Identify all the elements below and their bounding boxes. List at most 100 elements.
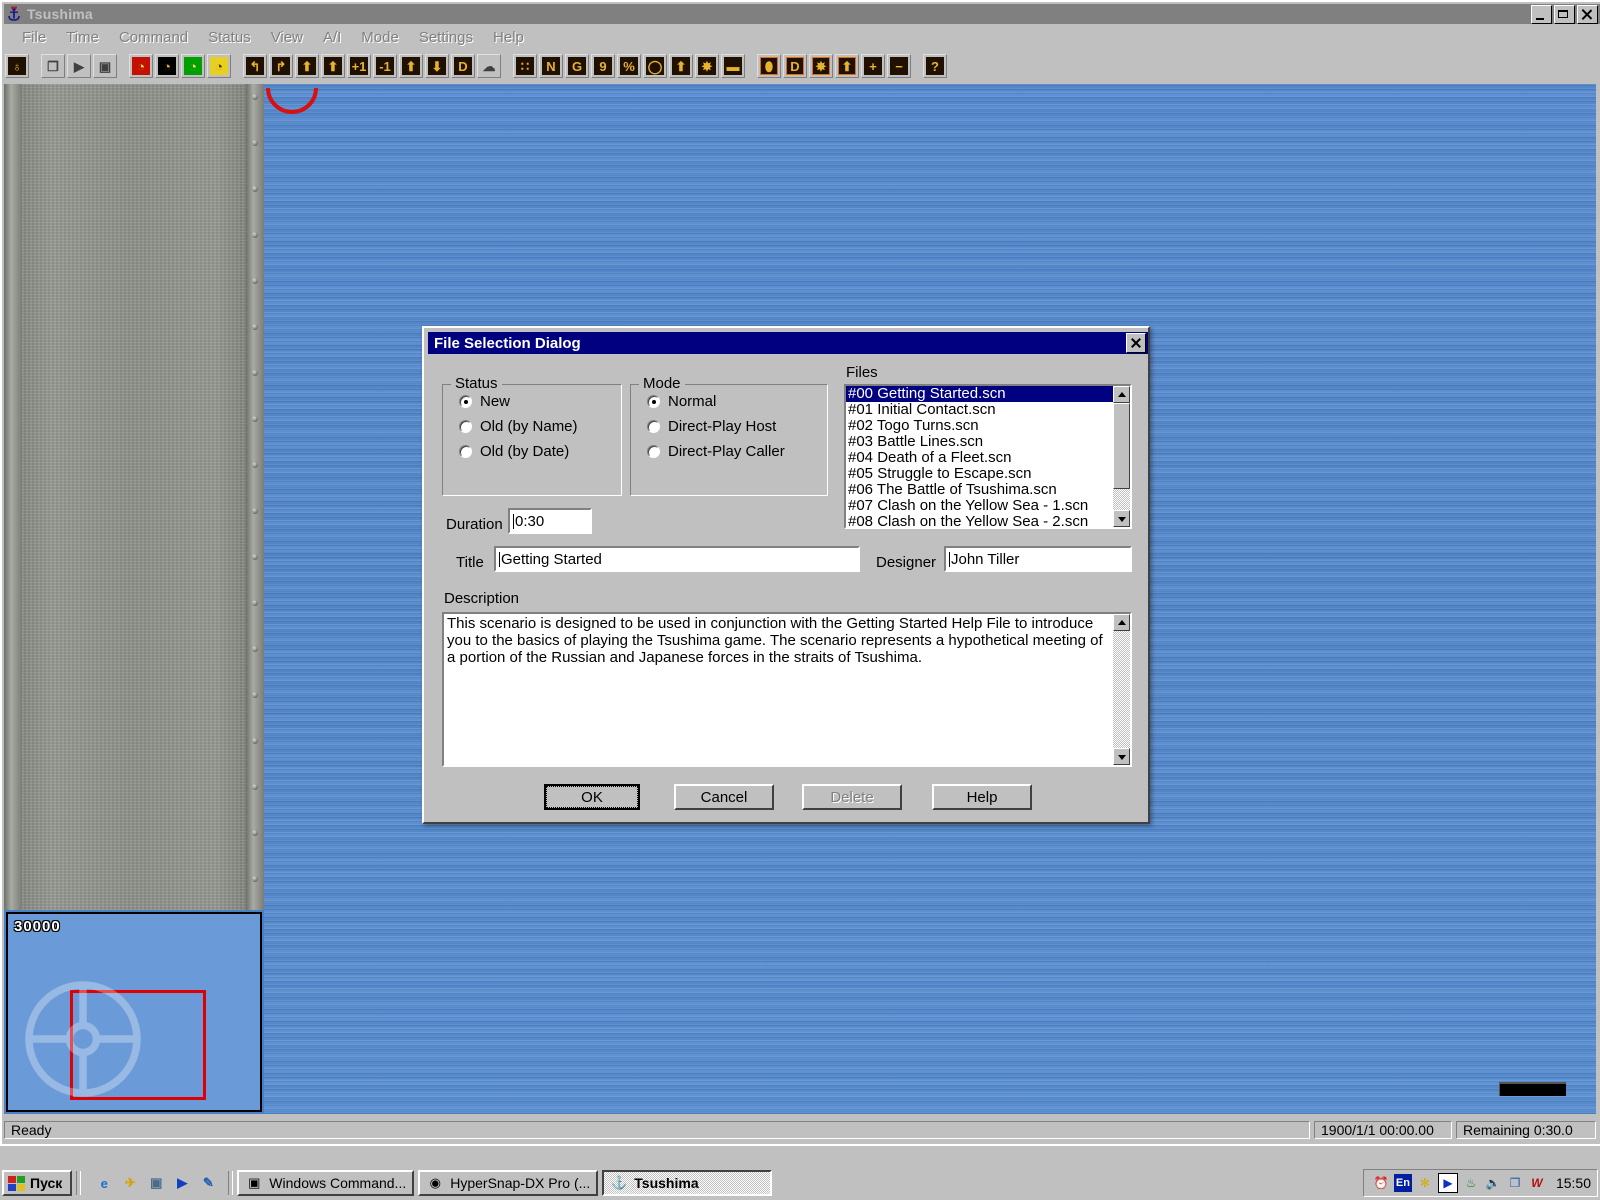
- scroll-down-button[interactable]: [1113, 748, 1130, 765]
- zoom-out-button[interactable]: −: [887, 54, 911, 78]
- menu-settings[interactable]: Settings: [409, 27, 483, 48]
- file-list-item[interactable]: #05 Struggle to Escape.scn: [846, 466, 1113, 482]
- scrollbar-thumb[interactable]: [1113, 403, 1130, 489]
- formation-right-button[interactable]: ⬆: [321, 54, 345, 78]
- show-desktop-icon[interactable]: ▣: [146, 1173, 166, 1193]
- radio-mode-direct-play-caller[interactable]: Direct-Play Caller: [647, 443, 827, 460]
- file-list-item[interactable]: #03 Battle Lines.scn: [846, 434, 1113, 450]
- files-scrollbar[interactable]: [1113, 386, 1130, 527]
- close-button[interactable]: [1577, 4, 1598, 24]
- torpedo-button[interactable]: ▬: [721, 54, 745, 78]
- scroll-down-button[interactable]: [1113, 510, 1130, 527]
- help-button[interactable]: Help: [932, 784, 1032, 810]
- clock[interactable]: 15:50: [1556, 1175, 1591, 1191]
- ship-view-button[interactable]: ⬮: [757, 54, 781, 78]
- names-button[interactable]: N: [539, 54, 563, 78]
- dots-button[interactable]: ∷: [513, 54, 537, 78]
- taskbar-button[interactable]: ⚓ Tsushima: [602, 1170, 773, 1196]
- close-icon[interactable]: [1126, 333, 1146, 353]
- hit-view-button[interactable]: ✸: [809, 54, 833, 78]
- file-list-item[interactable]: #04 Death of a Fleet.scn: [846, 450, 1113, 466]
- arrow-up-button[interactable]: ⬆: [669, 54, 693, 78]
- radio-status-old-by-date[interactable]: Old (by Date): [459, 443, 621, 460]
- damage-button[interactable]: D: [451, 54, 475, 78]
- title-input[interactable]: Getting Started: [494, 546, 860, 572]
- menu-time[interactable]: Time: [56, 27, 109, 48]
- radio-status-new[interactable]: New: [459, 393, 621, 410]
- radio-status-old-by-name[interactable]: Old (by Name): [459, 418, 621, 435]
- internet-explorer-icon[interactable]: e: [94, 1173, 114, 1193]
- file-list-item[interactable]: #00 Getting Started.scn: [846, 386, 1113, 402]
- target-scope-button[interactable]: ♁: [5, 54, 29, 78]
- speed-down-button[interactable]: -1: [373, 54, 397, 78]
- save-file-button[interactable]: ▣: [93, 54, 117, 78]
- taskbar-button[interactable]: ▣ Windows Command...: [237, 1170, 415, 1196]
- turn-right-button[interactable]: ↱: [269, 54, 293, 78]
- clock-green-button[interactable]: ◔: [181, 54, 205, 78]
- dialog-titlebar[interactable]: File Selection Dialog: [428, 332, 1148, 354]
- outlook-express-icon[interactable]: ✈: [120, 1173, 140, 1193]
- duration-input[interactable]: 0:30: [508, 508, 592, 534]
- menu-file[interactable]: File: [12, 27, 56, 48]
- display-properties-icon[interactable]: ❐: [1506, 1174, 1524, 1192]
- files-listbox[interactable]: #00 Getting Started.scn #01 Initial Conta…: [844, 384, 1132, 529]
- speed-up-button[interactable]: +1: [347, 54, 371, 78]
- radio-mode-direct-play-host[interactable]: Direct-Play Host: [647, 418, 827, 435]
- cancel-button[interactable]: Cancel: [674, 784, 774, 810]
- nine-button[interactable]: 9: [591, 54, 615, 78]
- menu-view[interactable]: View: [261, 27, 313, 48]
- word-icon[interactable]: W: [1528, 1174, 1546, 1192]
- radio-icon[interactable]: [459, 395, 472, 408]
- notepad-edit-icon[interactable]: ✎: [198, 1173, 218, 1193]
- ok-button[interactable]: OK: [544, 784, 640, 810]
- percent-button[interactable]: %: [617, 54, 641, 78]
- radio-icon[interactable]: [647, 395, 660, 408]
- explosion-button[interactable]: ✸: [695, 54, 719, 78]
- clock-red-button[interactable]: ◔: [129, 54, 153, 78]
- radio-icon[interactable]: [459, 420, 472, 433]
- language-indicator-icon[interactable]: En: [1393, 1174, 1412, 1192]
- files-list-items[interactable]: #00 Getting Started.scn #01 Initial Conta…: [846, 386, 1113, 527]
- smoke-button[interactable]: ☁: [477, 54, 501, 78]
- new-file-button[interactable]: ❐: [41, 54, 65, 78]
- circle-button[interactable]: ◯: [643, 54, 667, 78]
- scroll-up-button[interactable]: [1113, 614, 1130, 631]
- radio-icon[interactable]: [647, 445, 660, 458]
- volume-icon[interactable]: 🔈: [1484, 1174, 1502, 1192]
- menu-ai[interactable]: A/I: [313, 27, 351, 48]
- menu-mode[interactable]: Mode: [351, 27, 409, 48]
- minimize-button[interactable]: [1531, 4, 1552, 24]
- menu-command[interactable]: Command: [109, 27, 198, 48]
- gear-cluster-icon[interactable]: ✻: [1416, 1174, 1434, 1192]
- network-icon[interactable]: ♨: [1462, 1174, 1480, 1192]
- menu-help[interactable]: Help: [483, 27, 534, 48]
- grid-button[interactable]: G: [565, 54, 589, 78]
- turn-left-button[interactable]: ↰: [243, 54, 267, 78]
- restore-button[interactable]: [1554, 4, 1575, 24]
- scroll-up-button[interactable]: [1113, 386, 1130, 403]
- file-list-item[interactable]: #02 Togo Turns.scn: [846, 418, 1113, 434]
- designer-input[interactable]: John Tiller: [944, 546, 1132, 572]
- scheduled-tasks-icon[interactable]: ⏰: [1372, 1174, 1390, 1192]
- damage-view-button[interactable]: D: [783, 54, 807, 78]
- description-scrollbar[interactable]: [1113, 614, 1130, 765]
- file-list-item[interactable]: #01 Initial Contact.scn: [846, 402, 1113, 418]
- file-list-item[interactable]: #07 Clash on the Yellow Sea - 1.scn: [846, 498, 1113, 514]
- zoom-in-button[interactable]: +: [861, 54, 885, 78]
- file-list-item[interactable]: #06 The Battle of Tsushima.scn: [846, 482, 1113, 498]
- help-button[interactable]: ?: [923, 54, 947, 78]
- clock-black-button[interactable]: ◔: [155, 54, 179, 78]
- clock-yellow-button[interactable]: ◔: [207, 54, 231, 78]
- raise-button[interactable]: ⬆: [399, 54, 423, 78]
- window-titlebar[interactable]: Tsushima: [4, 4, 1600, 24]
- formation-left-button[interactable]: ⬆: [295, 54, 319, 78]
- lower-button[interactable]: ⬇: [425, 54, 449, 78]
- radio-mode-normal[interactable]: Normal: [647, 393, 827, 410]
- start-button[interactable]: Пуск: [2, 1170, 73, 1196]
- menu-status[interactable]: Status: [198, 27, 261, 48]
- minimap-viewport-rect[interactable]: [70, 990, 206, 1100]
- radio-icon[interactable]: [647, 420, 660, 433]
- open-file-button[interactable]: ▶: [67, 54, 91, 78]
- minimap[interactable]: 30000: [6, 912, 262, 1112]
- move-view-button[interactable]: ⬆: [835, 54, 859, 78]
